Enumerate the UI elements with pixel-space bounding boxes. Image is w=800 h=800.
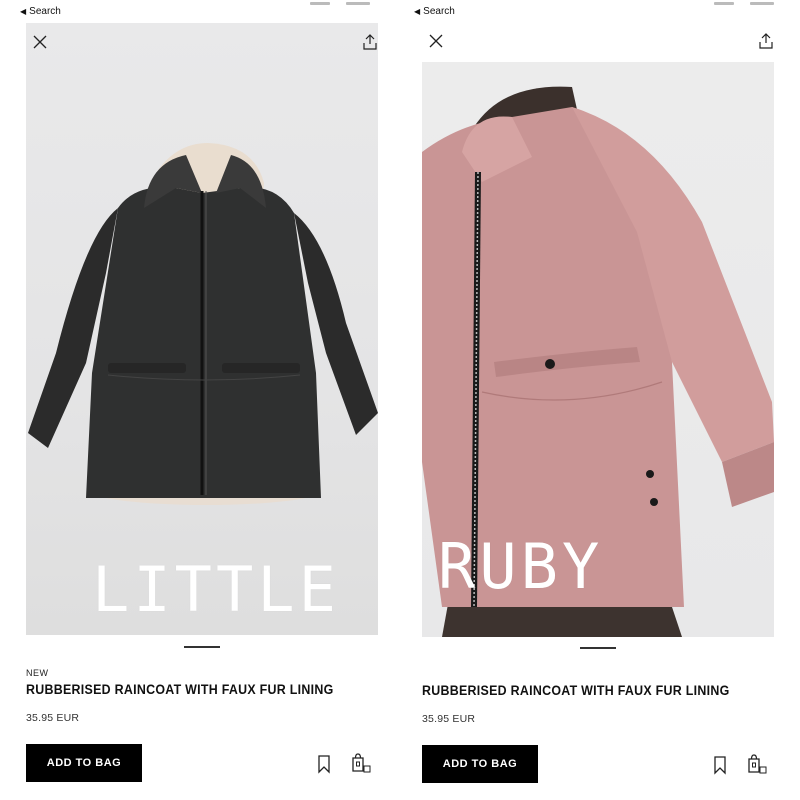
back-label: Search [423, 6, 455, 17]
product-title: RUBBERISED RAINCOAT WITH FAUX FUR LINING [422, 683, 730, 698]
product-photo[interactable]: RUBY [422, 62, 774, 637]
bag-size-icon[interactable] [746, 753, 768, 775]
bookmark-icon[interactable] [316, 754, 332, 774]
product-screen-right: ◀ Search RUBY RUBBERISED RAINCOAT WITH F… [400, 0, 800, 800]
status-bar-back[interactable]: ◀ Search [20, 6, 61, 17]
image-pager-indicator [184, 646, 220, 648]
back-arrow-icon: ◀ [414, 7, 421, 16]
watermark-text: LITTLE [92, 553, 340, 626]
bookmark-icon[interactable] [712, 755, 728, 775]
new-tag: NEW [26, 668, 49, 678]
image-pager-indicator [580, 647, 616, 649]
product-title: RUBBERISED RAINCOAT WITH FAUX FUR LINING [26, 682, 334, 697]
product-price: 35.95 EUR [422, 713, 476, 725]
add-to-bag-button[interactable]: ADD TO BAG [422, 745, 538, 783]
status-indicators [310, 0, 370, 8]
back-arrow-icon: ◀ [20, 7, 27, 16]
close-icon[interactable] [424, 29, 448, 53]
status-bar-back[interactable]: ◀ Search [414, 6, 455, 17]
share-icon[interactable] [754, 29, 778, 53]
black-raincoat-image [28, 143, 378, 505]
back-label: Search [29, 6, 61, 17]
status-indicators [714, 0, 774, 8]
product-screen-left: ◀ Search LITTLE NEW RUBBERISED RAINCOAT … [0, 0, 400, 800]
add-to-bag-button[interactable]: ADD TO BAG [26, 744, 142, 782]
close-icon[interactable] [28, 30, 52, 54]
bag-size-icon[interactable] [350, 752, 372, 774]
product-price: 35.95 EUR [26, 712, 80, 724]
product-photo[interactable]: LITTLE [26, 23, 378, 635]
share-icon[interactable] [358, 30, 382, 54]
watermark-text: RUBY [438, 530, 604, 603]
